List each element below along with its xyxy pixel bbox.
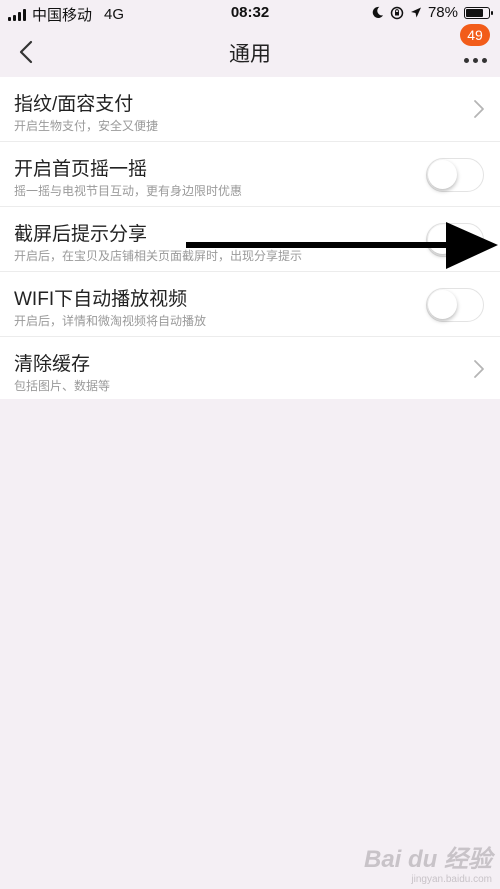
nav-bar: 通用 49 <box>0 24 500 76</box>
watermark-url: jingyan.baidu.com <box>411 874 492 885</box>
rotation-lock-icon <box>390 6 404 19</box>
status-bar: 中国移动 4G 08:32 78% <box>0 0 500 28</box>
setting-row-biometric-pay[interactable]: 指纹/面容支付 开启生物支付，安全又便捷 <box>0 77 500 142</box>
chevron-right-icon <box>474 360 484 378</box>
setting-subtitle: 摇一摇与电视节目互动，更有身边限时优惠 <box>14 184 243 198</box>
annotation-arrow-icon <box>186 222 498 269</box>
more-dot-icon <box>481 57 487 63</box>
setting-subtitle: 包括图片、数据等 <box>14 379 111 393</box>
status-right: 78% <box>371 4 493 21</box>
chevron-right-icon <box>474 100 484 118</box>
setting-row-shake: 开启首页摇一摇 摇一摇与电视节目互动，更有身边限时优惠 <box>0 142 500 207</box>
setting-row-clear-cache[interactable]: 清除缓存 包括图片、数据等 <box>0 337 500 399</box>
battery-icon <box>464 6 493 19</box>
setting-subtitle: 开启后，详情和微淘视频将自动播放 <box>14 314 207 328</box>
setting-title: 截屏后提示分享 <box>14 224 148 245</box>
location-icon <box>410 7 421 18</box>
watermark: Bai du 经验 jingyan.baidu.com <box>364 839 492 885</box>
setting-title: 指纹/面容支付 <box>14 94 134 115</box>
more-button[interactable] <box>460 50 490 70</box>
notification-badge: 49 <box>460 24 490 46</box>
page-title: 通用 <box>229 43 271 66</box>
moon-icon <box>372 6 384 18</box>
toggle-knob <box>428 290 457 319</box>
more-dot-icon <box>463 57 469 63</box>
setting-subtitle: 开启生物支付，安全又便捷 <box>14 119 159 133</box>
shake-toggle[interactable] <box>426 158 484 192</box>
setting-row-wifi-autoplay: WIFI下自动播放视频 开启后，详情和微淘视频将自动播放 <box>0 272 500 337</box>
more-dot-icon <box>472 57 478 63</box>
setting-title: 开启首页摇一摇 <box>14 159 148 180</box>
watermark-brand: Bai du 经验 <box>363 846 492 873</box>
toggle-knob <box>428 160 457 189</box>
setting-title: WIFI下自动播放视频 <box>14 289 188 310</box>
setting-title: 清除缓存 <box>14 354 91 375</box>
battery-label: 78% <box>427 4 458 21</box>
wifi-autoplay-toggle[interactable] <box>426 288 484 322</box>
